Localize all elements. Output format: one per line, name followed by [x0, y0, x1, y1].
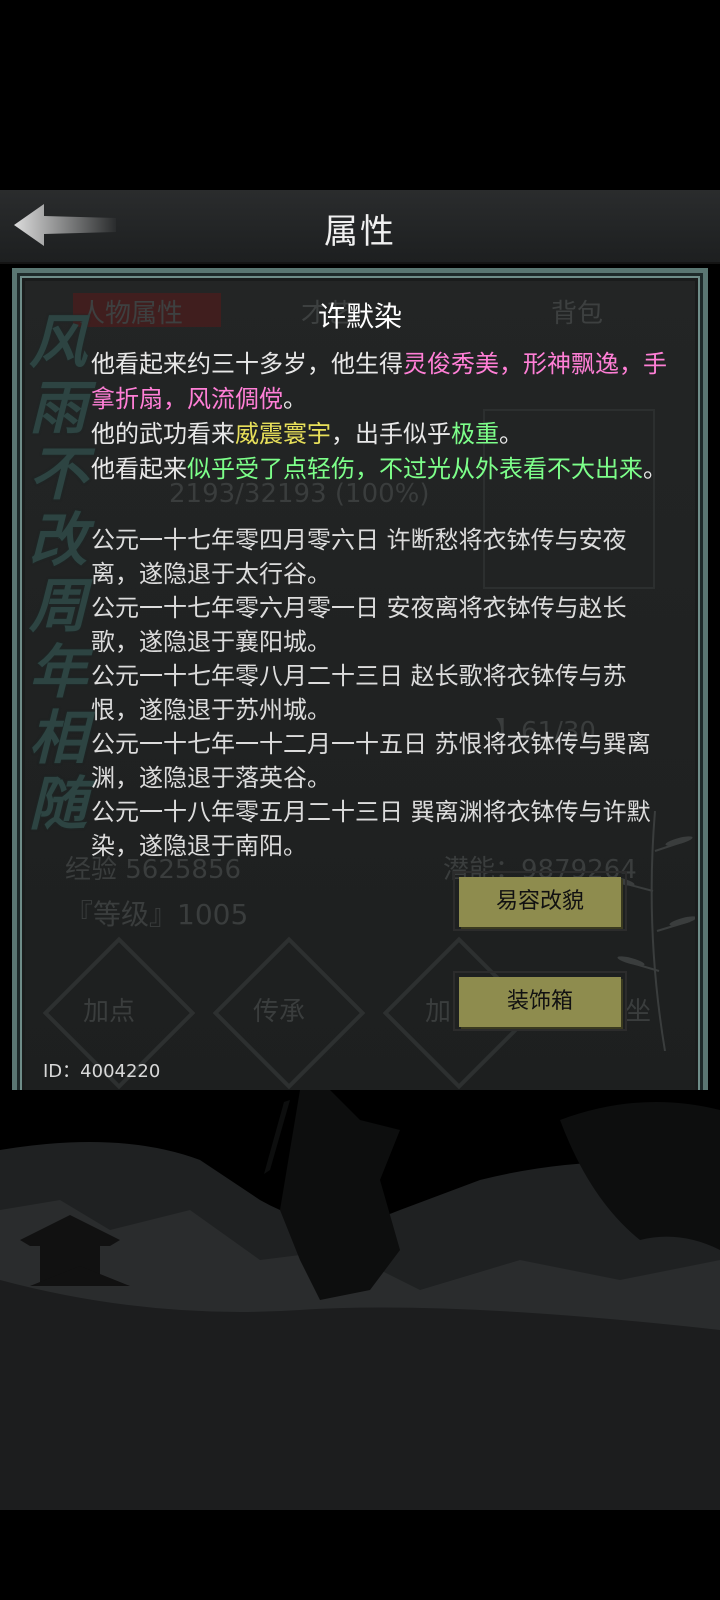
- health-line: 他看起来似乎受了点轻伤，不过光从外表看不大出来。: [91, 452, 671, 487]
- history-item: 公元一十七年零四月零六日 许断愁将衣钵传与安夜离，遂隐退于太行谷。: [91, 526, 627, 588]
- header-bar: 属性: [0, 190, 720, 264]
- character-description: 他看起来约三十多岁，他生得灵俊秀美，形神飘逸，手拿折扇，风流倜傥。 他的武功看来…: [91, 347, 671, 487]
- ghost-add-2: 加: [425, 997, 452, 1027]
- history-item: 公元一十七年零八月二十三日 赵长歌将衣钵传与苏恨，遂隐退于苏州城。: [91, 662, 627, 724]
- character-name: 许默染: [317, 300, 402, 333]
- history-item: 公元一十八年零五月二十三日 巽离渊将衣钵传与许默染，遂隐退于南阳。: [91, 798, 651, 859]
- ghost-inherit: 传承: [253, 997, 306, 1027]
- martial-mid: ，出手似乎: [331, 420, 451, 448]
- inheritance-history-list[interactable]: 公元一十七年零四月零六日 许断愁将衣钵传与安夜离，遂隐退于太行谷。 公元一十七年…: [91, 523, 651, 859]
- user-id: ID：4004220: [43, 1061, 161, 1082]
- page-title: 属性: [324, 212, 396, 252]
- appearance-suffix: 。: [283, 385, 307, 413]
- health-suffix: 。: [643, 455, 667, 483]
- martial-prefix: 他的武功看来: [91, 420, 235, 448]
- character-info-panel: 人物属性 才艺 背包 2193/32193 (100%) 】61/30 经验 5…: [12, 268, 708, 1108]
- history-item: 公元一十七年零六月零一日 安夜离将衣钵传与赵长歌，遂隐退于襄阳城。: [91, 594, 627, 656]
- top-blank-area: [0, 0, 720, 190]
- appearance-prefix: 他看起来约三十多岁，他生得: [91, 350, 403, 378]
- ghost-add-point: 加点: [83, 997, 136, 1027]
- decoration-box-button[interactable]: 装饰箱: [453, 971, 627, 1031]
- calligraphy-watermark: 风雨不改 周年相随: [29, 308, 88, 838]
- ink-landscape-background: [0, 1090, 720, 1600]
- health-status: 似乎受了点轻伤，不过光从外表看不大出来: [187, 455, 643, 483]
- martial-suffix: 。: [499, 420, 523, 448]
- ghost-level-line: 『等级』1005: [65, 898, 249, 931]
- history-item: 公元一十七年一十二月一十五日 苏恨将衣钵传与巽离渊，遂隐退于落英谷。: [91, 730, 651, 792]
- disguise-button[interactable]: 易容改貌: [453, 871, 627, 931]
- appearance-line: 他看起来约三十多岁，他生得灵俊秀美，形神飘逸，手拿折扇，风流倜傥。: [91, 347, 671, 417]
- martial-level: 威震寰宇: [235, 420, 331, 448]
- attack-weight: 极重: [451, 420, 499, 448]
- martial-line: 他的武功看来威震寰宇，出手似乎极重。: [91, 417, 671, 452]
- health-prefix: 他看起来: [91, 455, 187, 483]
